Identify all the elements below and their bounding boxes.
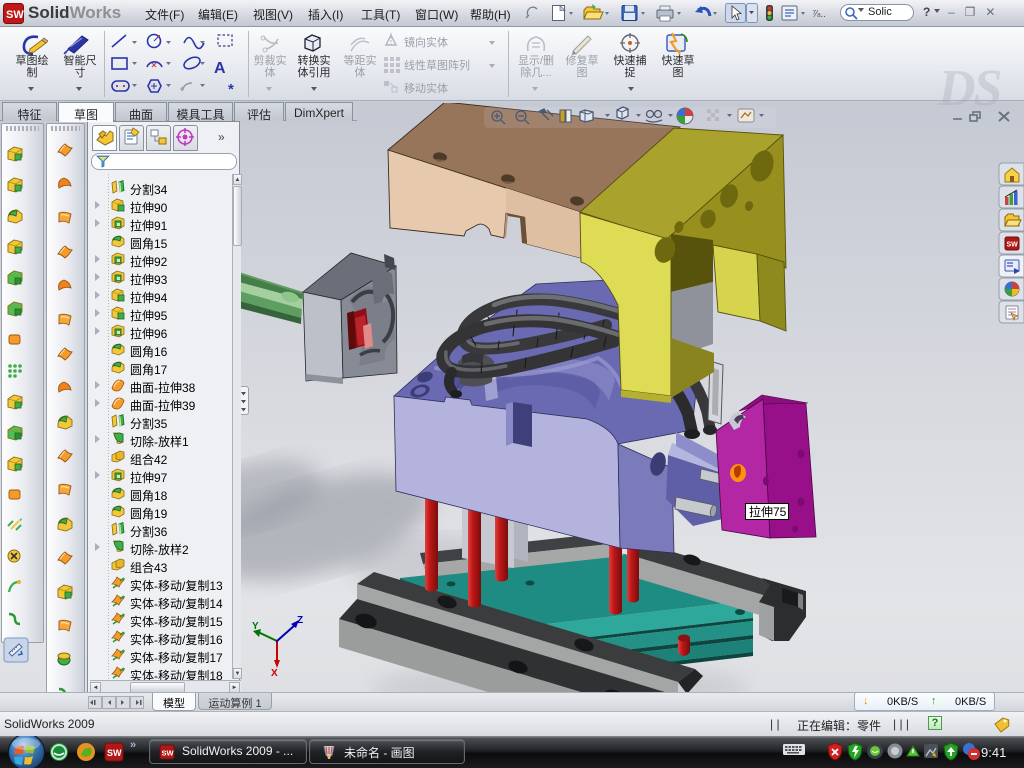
svg-text:X: X <box>271 668 278 679</box>
svg-text:Y: Y <box>252 621 259 632</box>
svg-text:A: A <box>214 60 226 77</box>
svg-text:⅞..: ⅞.. <box>812 9 826 20</box>
svg-text:SW: SW <box>107 748 122 758</box>
svg-text:Z: Z <box>297 615 303 626</box>
svg-text:拉伸75: 拉伸75 <box>749 504 787 519</box>
svg-text:SW: SW <box>162 749 175 758</box>
svg-text:SW: SW <box>6 9 24 21</box>
svg-text:*: * <box>228 81 234 97</box>
svg-text:SW: SW <box>1007 242 1019 249</box>
